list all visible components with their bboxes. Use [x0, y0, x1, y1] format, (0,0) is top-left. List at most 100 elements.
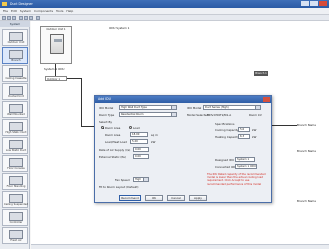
select-by-label: Select By	[99, 120, 113, 124]
recommend-button[interactable]: Recommend	[119, 195, 141, 201]
palette-item[interactable]: Ceiling Suspended	[2, 191, 28, 208]
ceiling-suspended-icon	[9, 194, 23, 203]
load-label: Load/Heat Load	[105, 140, 127, 144]
room-area-unit: sq m	[151, 133, 158, 137]
high-static-duct-icon	[9, 122, 23, 131]
rate-label: Rate of Air Supply (l/s)	[99, 148, 131, 152]
dialog-title-bar: Add IDU	[95, 96, 271, 103]
room-type-select[interactable]: Residential Room	[119, 112, 177, 117]
palette-item[interactable]: Wall Mounted	[2, 101, 28, 118]
copy-icon[interactable]	[24, 16, 28, 20]
menu-system[interactable]: System	[20, 9, 31, 13]
room-area-input[interactable]: 18.00	[130, 132, 148, 137]
maximize-button[interactable]	[310, 1, 318, 6]
app-icon	[2, 2, 7, 6]
room-info-label: Room Inf.	[249, 113, 263, 117]
load-unit: kW	[151, 140, 156, 144]
heating-capacity-value: 6.3	[238, 134, 250, 139]
menu-tools[interactable]: Tools	[56, 9, 63, 13]
menu-bar: File Edit System Components Tools Help	[0, 8, 329, 15]
room-type-label: Room Type	[99, 113, 115, 117]
branch-box[interactable]: Branch 1	[254, 71, 268, 76]
room-area-label: Room Area	[105, 133, 121, 137]
idu-model-select[interactable]: High Wall Duct Type	[119, 105, 177, 110]
fresh-air-icon	[9, 230, 23, 239]
branch-icon	[9, 50, 23, 59]
palette-item[interactable]: Ceiling Cassette	[2, 65, 28, 82]
room-area-radio-label: Room Area	[105, 126, 121, 130]
apply-button[interactable]: Apply	[189, 195, 207, 201]
node-title: Outdoor Unit 1	[46, 28, 66, 31]
node-id-box[interactable]: Outdoor 1	[45, 76, 67, 81]
room-area-radio[interactable]	[101, 126, 104, 129]
outdoor-unit-icon	[9, 32, 23, 41]
outdoor-unit-node[interactable]: Outdoor Unit 1	[40, 26, 72, 64]
load-radio[interactable]	[129, 126, 132, 129]
rate-input[interactable]: 0.00	[133, 147, 149, 152]
minimize-button[interactable]	[301, 1, 309, 6]
palette-item[interactable]: Floor Standing	[2, 173, 28, 190]
specifications-label: Specifications	[215, 122, 235, 126]
ducted-unit-icon	[9, 86, 23, 95]
wall-mounted-icon	[9, 104, 23, 113]
fan-speed-select[interactable]: High	[133, 177, 149, 182]
open-icon[interactable]	[7, 16, 11, 20]
load-input[interactable]: 5.20	[130, 139, 148, 144]
save-icon[interactable]	[12, 16, 16, 20]
idu-name-input[interactable]: System 1	[235, 157, 255, 162]
connector-line	[67, 78, 81, 79]
heating-capacity-label: Heating Capacity	[215, 135, 240, 139]
status-bar	[31, 244, 329, 249]
heating-unit: kW	[252, 135, 257, 139]
close-icon[interactable]	[263, 97, 270, 102]
connector-line	[55, 64, 56, 76]
window-title: Duct Designer	[10, 2, 33, 6]
fan-speed-label: Fan Speed	[115, 178, 130, 182]
ok-button[interactable]: OK	[145, 195, 163, 201]
floor-console-icon	[9, 158, 23, 167]
close-window-button[interactable]	[319, 1, 327, 6]
cooling-capacity-value: 5.6	[238, 127, 250, 132]
cooling-unit: kW	[252, 128, 257, 132]
palette-item[interactable]: Low Static Duct	[2, 137, 28, 154]
model-selected-value: MDV-D56T2/N1-A	[207, 113, 232, 117]
palette-header: System	[0, 21, 30, 27]
add-idu-dialog: Add IDU IDU Model High Wall Duct Type Ro…	[94, 95, 272, 203]
cut-icon[interactable]	[19, 16, 23, 20]
controller-icon	[9, 212, 23, 221]
connector-line	[272, 125, 297, 126]
load-radio-label: Load	[133, 126, 140, 130]
palette-item[interactable]: Outdoor Unit	[2, 29, 28, 46]
system-label: ODU System 1	[109, 26, 130, 30]
menu-help[interactable]: Help	[66, 9, 73, 13]
palette-item[interactable]: Branch	[2, 47, 28, 64]
fit-layout-label: Fit to Room Layout (Default)	[99, 185, 139, 189]
menu-components[interactable]: Components	[34, 9, 53, 13]
right-idu-model-label: IDU Model	[187, 106, 202, 110]
app-window: Duct Designer File Edit System Component…	[0, 0, 329, 249]
cooling-capacity-label: Cooling Capacity	[215, 128, 239, 132]
palette-item[interactable]: Fresh Air	[2, 227, 28, 244]
cassette-icon	[9, 68, 23, 77]
palette-item[interactable]: Controller	[2, 209, 28, 226]
cancel-button[interactable]: Cancel	[167, 195, 185, 201]
dialog-title: Add IDU	[98, 97, 111, 101]
menu-edit[interactable]: Edit	[11, 9, 17, 13]
connected-odu-value: System 1 ODU1	[235, 164, 257, 169]
title-bar: Duct Designer	[0, 0, 329, 8]
new-icon[interactable]	[2, 16, 6, 20]
palette-item[interactable]: Ducted Unit	[2, 83, 28, 100]
external-static-input[interactable]: 0.00	[133, 154, 149, 159]
branch-name-label: Branch Name	[297, 199, 317, 203]
palette-item[interactable]: High Static Duct	[2, 119, 28, 136]
branch-name-label: Branch Name	[297, 123, 317, 127]
right-idu-model-select[interactable]: Duct Series (High)	[203, 105, 261, 110]
paste-icon[interactable]	[29, 16, 33, 20]
palette-item[interactable]: Floor Console	[2, 155, 28, 172]
floor-standing-icon	[9, 176, 23, 185]
branch-name-label: Branch Name	[297, 149, 317, 153]
component-palette: System Outdoor Unit Branch Ceiling Casse…	[0, 21, 30, 249]
outdoor-unit-icon	[50, 34, 64, 54]
zoom-icon[interactable]	[36, 16, 40, 20]
menu-file[interactable]: File	[3, 9, 8, 13]
